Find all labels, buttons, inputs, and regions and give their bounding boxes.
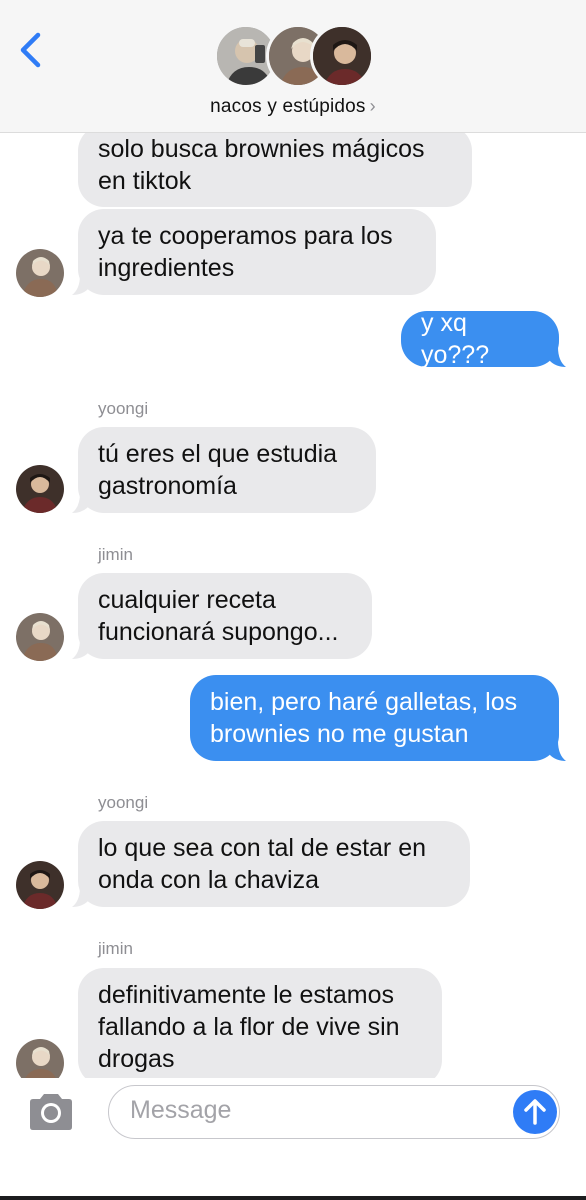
conversation-header: nacos y estúpidos ›	[0, 0, 586, 133]
incoming-message[interactable]: cualquier receta funcionará supongo...	[78, 573, 372, 659]
message-text: solo busca brownies mágicos	[98, 135, 425, 163]
back-button[interactable]	[14, 30, 50, 70]
bubble-tail	[72, 639, 88, 659]
message-text: y xq yo???	[421, 309, 490, 369]
group-name-label: nacos y estúpidos	[210, 96, 366, 117]
avatar[interactable]	[16, 861, 64, 909]
message-text: bien, pero haré galletas, los	[210, 688, 518, 716]
bubble-tail	[72, 275, 88, 295]
incoming-message[interactable]: lo que sea con tal de estar en onda con …	[78, 821, 470, 907]
message-text: drogas	[98, 1045, 175, 1073]
camera-icon	[30, 1094, 72, 1130]
message-text: ingredientes	[98, 254, 235, 282]
bubble-tail	[72, 493, 88, 513]
incoming-message[interactable]: ya te cooperamos para los ingredientes	[78, 209, 436, 295]
sender-name: yoongi	[98, 793, 149, 812]
sender-name: jimin	[98, 939, 133, 958]
bubble-tail	[550, 347, 566, 367]
incoming-message[interactable]: tú eres el que estudia gastronomía	[78, 427, 376, 513]
avatar[interactable]	[16, 1039, 64, 1078]
sender-name: jimin	[98, 545, 133, 564]
chevron-left-icon	[20, 32, 41, 68]
message-text: onda con la chaviza	[98, 866, 319, 894]
message-text: gastronomía	[98, 472, 237, 500]
message-text: cualquier receta	[98, 586, 276, 614]
avatar[interactable]	[16, 465, 64, 513]
message-text: definitivamente le estamos	[98, 981, 394, 1009]
message-text: tú eres el que estudia	[98, 440, 338, 468]
bubble-tail	[550, 741, 566, 761]
avatar	[310, 24, 374, 88]
sender-name: yoongi	[98, 399, 149, 418]
incoming-message[interactable]: definitivamente le estamos fallando a la…	[78, 968, 442, 1078]
group-avatars[interactable]	[214, 24, 374, 90]
avatar[interactable]	[16, 249, 64, 297]
message-text: funcionará supongo...	[98, 618, 339, 646]
message-text: en tiktok	[98, 167, 192, 195]
message-text: ya te cooperamos para los	[98, 222, 393, 250]
group-name[interactable]: nacos y estúpidos ›	[0, 96, 586, 118]
outgoing-message[interactable]: y xq yo???	[401, 309, 559, 369]
chevron-right-icon: ›	[369, 96, 376, 116]
outgoing-message[interactable]: bien, pero haré galletas, los brownies n…	[190, 675, 559, 761]
incoming-message[interactable]: solo busca brownies mágicos en tiktok	[78, 133, 472, 207]
home-indicator	[0, 1196, 586, 1200]
send-arrow-icon	[524, 1099, 546, 1125]
avatar[interactable]	[16, 613, 64, 661]
camera-button[interactable]	[26, 1092, 76, 1132]
bubble-tail	[72, 887, 88, 907]
message-text: lo que sea con tal de estar en	[98, 834, 427, 862]
message-text: brownies no me gustan	[210, 720, 469, 748]
message-text: fallando a la flor de vive sin	[98, 1013, 400, 1041]
message-list[interactable]: solo busca brownies mágicos en tiktok ya…	[0, 133, 586, 1078]
send-button[interactable]	[513, 1090, 557, 1134]
message-input-placeholder: Message	[130, 1096, 232, 1124]
